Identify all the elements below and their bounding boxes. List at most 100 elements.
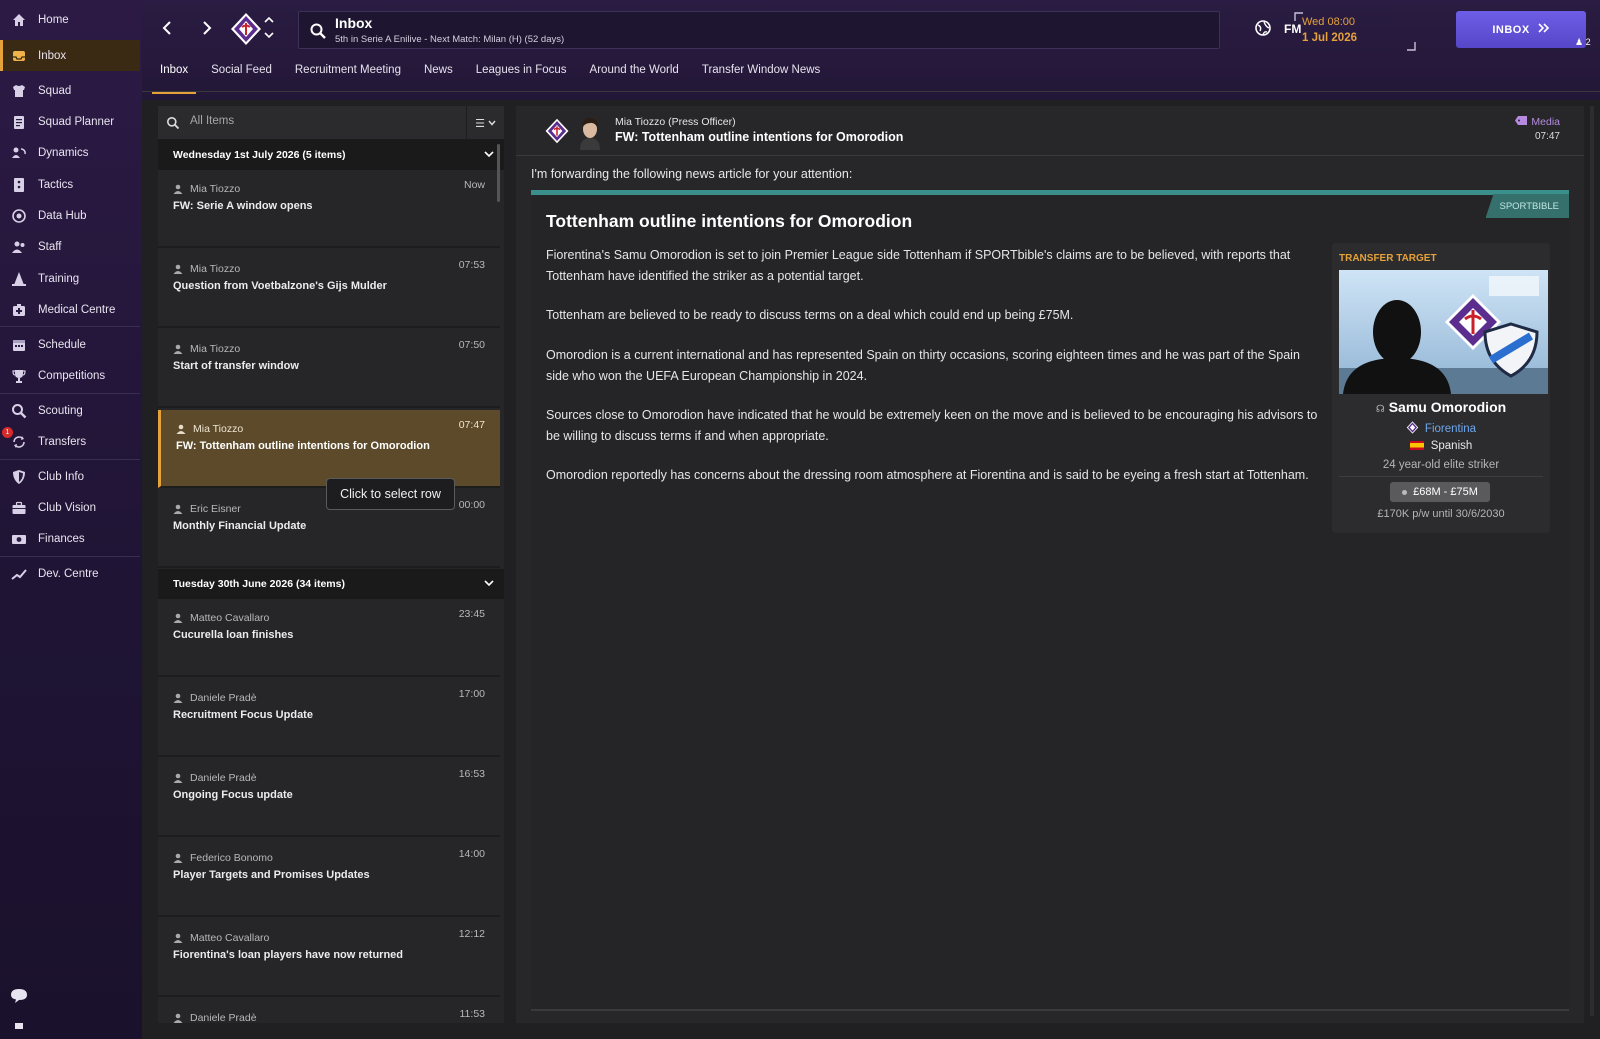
item-subject: Ongoing Focus update [173,789,293,801]
article-paragraph: Sources close to Omorodion have indicate… [546,408,1318,443]
tab-leagues-in-focus[interactable]: Leagues in Focus [476,58,567,88]
sidebar-item-tactics[interactable]: Tactics [0,170,140,200]
sidebar-item-club-info[interactable]: Club Info [0,462,140,492]
forward-button[interactable] [192,14,222,44]
item-subject: Question from Voetbalzone's Gijs Mulder [173,280,387,292]
media-tag-icon [1515,116,1528,128]
list-item[interactable]: Mia Tiozzo 07:50 Start of transfer windo… [158,330,500,408]
list-item[interactable]: Daniele Pradè 11:53 [158,999,500,1023]
person-icon [173,693,183,703]
headset-icon: ☊ [1375,404,1385,415]
sidebar-item-scouting[interactable]: Scouting [0,396,140,426]
club-switch-arrows[interactable] [264,15,274,41]
sidebar-item-schedule[interactable]: Schedule [0,330,140,360]
group-header[interactable]: Wednesday 1st July 2026 (5 items) [158,140,504,170]
club-crest-button[interactable] [230,12,262,46]
sidebar-item-finances[interactable]: Finances [0,524,140,554]
transfer-target-card: TRANSFER TARGET ☊ Samu Omorodion Fiorent… [1332,243,1550,533]
back-button[interactable] [152,14,182,44]
sidebar-divider [0,393,140,394]
person-icon [173,933,183,943]
list-item[interactable]: Matteo Cavallaro 12:12 Fiorentina's loan… [158,919,500,997]
sidebar: Home Inbox Squad Squad Planner Dynamics … [0,0,142,1039]
continue-button[interactable]: INBOX [1456,11,1586,48]
article-headline: Tottenham outline intentions for Omorodi… [546,211,913,231]
top-bar: Inbox 5th in Serie A Enilive - Next Matc… [142,0,1600,100]
message-sender[interactable]: Mia Tiozzo (Press Officer) [615,116,736,128]
sidebar-item-label: Medical Centre [38,304,116,316]
online-users[interactable]: ♟ 2 [1575,37,1591,48]
article-paragraph: Tottenham are believed to be ready to di… [546,308,1074,322]
player-photo[interactable] [1339,270,1548,394]
article-paragraph: Omorodion is a current international and… [546,348,1300,383]
money-icon [10,530,28,548]
shirt-icon [10,82,28,100]
person-icon [173,184,183,194]
item-subject: Player Targets and Promises Updates [173,869,370,881]
sidebar-item-data-hub[interactable]: Data Hub [0,201,140,231]
player-club[interactable]: Fiorentina [1332,421,1550,437]
sidebar-item-label: Data Hub [38,210,87,222]
sidebar-item-inbox[interactable]: Inbox [0,40,140,71]
game-date[interactable]: Wed 08:00 1 Jul 2026 [1294,12,1416,51]
tab-transfer-window-news[interactable]: Transfer Window News [702,58,820,88]
item-subject: Recruitment Focus Update [173,709,313,721]
item-time: 11:53 [459,1008,486,1020]
clipboard-icon [10,113,28,131]
sidebar-item-label: Scouting [38,405,83,417]
sidebar-item-club-vision[interactable]: Club Vision [0,493,140,523]
list-item[interactable]: Mia Tiozzo 07:53 Question from Voetbalzo… [158,250,500,328]
list-scrollbar[interactable] [497,144,500,202]
list-item[interactable]: Daniele Pradè 17:00 Recruitment Focus Up… [158,679,500,757]
group-header[interactable]: Tuesday 30th June 2026 (34 items) [158,569,504,599]
sidebar-item-medical-centre[interactable]: Medical Centre [0,295,140,325]
sidebar-divider [0,556,140,557]
window-mode-icon[interactable] [15,1023,23,1029]
sidebar-item-home[interactable]: Home [0,5,140,35]
item-sender: Matteo Cavallaro [190,612,270,624]
page-search-bar[interactable]: Inbox 5th in Serie A Enilive - Next Matc… [298,11,1220,49]
sidebar-item-dynamics[interactable]: Dynamics [0,138,140,168]
sidebar-item-dev-centre[interactable]: Dev. Centre [0,559,140,589]
list-item[interactable]: Daniele Pradè 16:53 Ongoing Focus update [158,759,500,837]
list-item[interactable]: Matteo Cavallaro 23:45 Cucurella loan fi… [158,599,500,677]
globe-icon[interactable] [1254,19,1272,40]
message-time: 07:47 [1534,131,1560,142]
transfer-fee-badge[interactable]: £68M - £75M [1390,482,1490,502]
inbox-tabs: Inbox Social Feed Recruitment Meeting Ne… [151,58,843,94]
list-item-selected[interactable]: Mia Tiozzo 07:47 FW: Tottenham outline i… [158,410,500,488]
window-scrollbar[interactable] [1590,106,1594,1016]
fiorentina-crest-icon [544,118,570,144]
tab-around-the-world[interactable]: Around the World [590,58,679,88]
sidebar-item-label: Club Vision [38,502,96,514]
article-scroll-track[interactable] [531,1009,1569,1011]
news-article: SPORTBIBLE Tottenham outline intentions … [531,190,1569,1010]
sidebar-item-staff[interactable]: Staff [0,232,140,262]
list-item[interactable]: Federico Bonomo 14:00 Player Targets and… [158,839,500,917]
sender-avatar[interactable] [574,114,606,150]
chat-icon[interactable] [10,988,28,1004]
sidebar-item-training[interactable]: Training [0,264,140,294]
sidebar-item-squad-planner[interactable]: Squad Planner [0,107,140,137]
sidebar-item-squad[interactable]: Squad [0,76,140,106]
item-time: 07:47 [458,419,485,431]
player-name[interactable]: ☊ Samu Omorodion [1332,399,1550,415]
tab-social-feed[interactable]: Social Feed [211,58,272,88]
magnifier-icon [10,402,28,420]
player-nationality[interactable]: Spanish [1332,440,1550,452]
item-sender: Eric Eisner [190,503,241,515]
sidebar-item-label: Tactics [38,179,74,191]
list-item[interactable]: Mia Tiozzo Now FW: Serie A window opens [158,170,500,248]
list-search-input[interactable]: All Items [190,115,234,127]
item-subject: FW: Tottenham outline intentions for Omo… [176,440,430,452]
list-filter-button[interactable]: ☰ [466,106,504,140]
data-hub-icon [10,207,28,225]
tab-news[interactable]: News [424,58,453,88]
sidebar-item-label: Schedule [38,339,86,351]
tab-inbox[interactable]: Inbox [151,58,197,94]
person-icon [173,773,183,783]
sidebar-item-competitions[interactable]: Competitions [0,361,140,391]
tab-recruitment-meeting[interactable]: Recruitment Meeting [295,58,401,88]
sidebar-divider [0,326,140,327]
sidebar-item-transfers[interactable]: 1 Transfers [0,427,140,457]
